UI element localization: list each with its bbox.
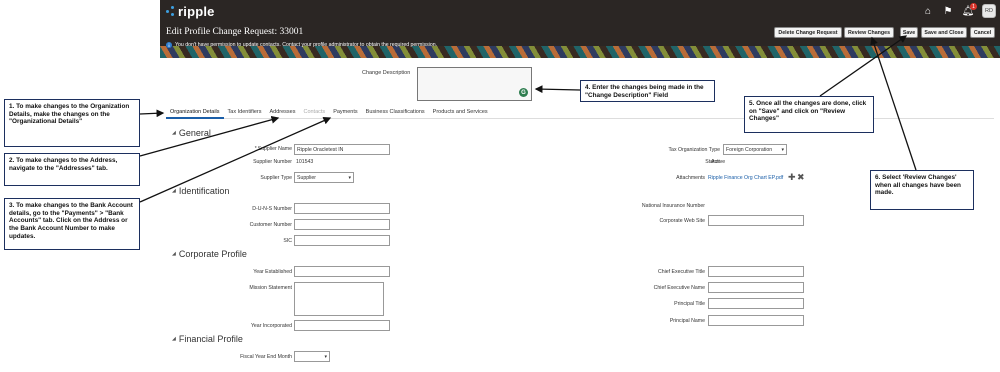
attachments-label: Attachments: [676, 175, 705, 181]
avatar[interactable]: RD: [982, 4, 996, 18]
bell-icon[interactable]: 🔔︎ 1: [962, 3, 977, 17]
callout-change-description: 4. Enter the changes being made in the "…: [580, 80, 715, 102]
chevron-down-icon: ▾: [781, 146, 784, 153]
corporate-web-site-input[interactable]: [708, 215, 804, 226]
duns-number-label: D-U-N-S Number: [252, 206, 292, 212]
national-insurance-number-label: National Insurance Number: [641, 203, 705, 209]
year-established-label: Year Established: [253, 269, 292, 275]
grammarly-icon[interactable]: G: [519, 88, 528, 97]
tab-organization-details[interactable]: Organization Details: [166, 108, 224, 119]
delete-attachment-icon[interactable]: ✖: [797, 172, 805, 183]
section-general-title: General: [178, 128, 211, 138]
tax-organization-type-value: Foreign Corporation: [726, 146, 773, 153]
mission-statement-input[interactable]: [294, 282, 384, 316]
cancel-button[interactable]: Cancel: [970, 27, 995, 38]
callout-addresses: 2. To make changes to the Address, navig…: [4, 153, 140, 186]
year-incorporated-input[interactable]: [294, 320, 390, 331]
supplier-type-label: Supplier Type: [260, 175, 292, 181]
attachment-link[interactable]: Ripple Finance Org Chart EP.pdf: [708, 175, 783, 181]
tab-contacts[interactable]: Contacts: [299, 108, 329, 119]
required-icon: *: [254, 146, 257, 152]
principal-title-label: Principal Title: [674, 301, 705, 307]
section-corporate-profile[interactable]: ◢ Corporate Profile: [172, 249, 247, 259]
ripple-logo[interactable]: ripple: [166, 3, 215, 19]
chief-executive-name-input[interactable]: [708, 282, 804, 293]
notification-badge: 1: [970, 3, 977, 10]
principal-name-label: Principal Name: [669, 318, 705, 324]
collapse-icon: ◢: [172, 130, 176, 136]
supplier-number-value: 101543: [296, 159, 314, 165]
year-incorporated-label: Year Incorporated: [250, 323, 292, 329]
flag-icon[interactable]: ⚑: [942, 5, 954, 17]
change-description-label: Change Description: [362, 70, 411, 76]
collapse-icon: ◢: [172, 188, 176, 194]
section-financial-profile-title: Financial Profile: [178, 334, 243, 344]
chief-executive-title-label: Chief Executive Title: [658, 269, 705, 275]
tax-organization-type-label: Tax Organization Type: [668, 147, 720, 153]
section-financial-profile[interactable]: ◢ Financial Profile: [172, 334, 243, 344]
tax-organization-type-select[interactable]: Foreign Corporation ▾: [723, 144, 787, 155]
tab-payments[interactable]: Payments: [329, 108, 361, 119]
info-icon: i: [166, 42, 172, 48]
mission-statement-label: Mission Statement: [249, 285, 292, 291]
callout-save: 5. Once all the changes are done, click …: [744, 96, 874, 133]
fiscal-year-end-month-label: Fiscal Year End Month: [240, 354, 292, 360]
logo-text: ripple: [178, 3, 215, 19]
supplier-type-value: Supplier: [297, 174, 317, 181]
corporate-web-site-label: Corporate Web Site: [659, 218, 705, 224]
callout-payments: 3. To make changes to the Bank Account d…: [4, 198, 140, 250]
customer-number-label: Customer Number: [249, 222, 292, 228]
section-identification-title: Identification: [178, 186, 230, 196]
permission-message-text: You don't have permission to update cont…: [175, 42, 438, 48]
status-label: Status: [705, 159, 720, 165]
add-attachment-icon[interactable]: ✚: [788, 172, 796, 183]
section-general[interactable]: ◢ General: [172, 128, 211, 138]
principal-name-input[interactable]: [708, 315, 804, 326]
save-and-close-button[interactable]: Save and Close: [921, 27, 967, 38]
supplier-number-label: Supplier Number: [253, 159, 292, 165]
principal-title-input[interactable]: [708, 298, 804, 309]
ripple-logo-icon: [166, 5, 176, 17]
change-description-field[interactable]: G: [417, 67, 532, 101]
tab-business-classifications[interactable]: Business Classifications: [362, 108, 429, 119]
sic-input[interactable]: [294, 235, 390, 246]
tab-products-and-services[interactable]: Products and Services: [429, 108, 492, 119]
delete-change-request-button[interactable]: Delete Change Request: [774, 27, 842, 38]
duns-number-input[interactable]: [294, 203, 390, 214]
review-changes-button[interactable]: Review Changes: [844, 27, 894, 38]
home-icon[interactable]: ⌂: [922, 5, 934, 17]
callout-review-changes: 6. Select 'Review Changes' when all chan…: [870, 170, 974, 210]
collapse-icon: ◢: [172, 251, 176, 257]
sic-label: SIC: [283, 238, 292, 244]
customer-number-input[interactable]: [294, 219, 390, 230]
tab-tax-identifiers[interactable]: Tax Identifiers: [224, 108, 266, 119]
supplier-name-input[interactable]: Ripple Oracletest IN: [294, 144, 390, 155]
top-bar: ripple ⌂ ⚑ 🔔︎ 1 RD: [160, 0, 1000, 22]
chevron-down-icon: ▾: [324, 353, 327, 360]
page-title: Edit Profile Change Request: 33001: [166, 27, 304, 37]
supplier-type-select[interactable]: Supplier ▾: [294, 172, 354, 183]
chevron-down-icon: ▾: [348, 174, 351, 181]
save-button[interactable]: Save: [900, 27, 918, 38]
status-value: Active: [711, 159, 726, 165]
fiscal-year-end-month-select[interactable]: ▾: [294, 351, 330, 362]
page-header: Edit Profile Change Request: 33001 i You…: [160, 22, 1000, 58]
section-identification[interactable]: ◢ Identification: [172, 186, 229, 196]
year-established-input[interactable]: [294, 266, 390, 277]
tab-addresses[interactable]: Addresses: [265, 108, 299, 119]
permission-message: i You don't have permission to update co…: [166, 42, 437, 48]
chief-executive-name-label: Chief Executive Name: [653, 285, 705, 291]
supplier-name-label-text: Supplier Name: [257, 146, 292, 152]
callout-organization-details: 1. To make changes to the Organization D…: [4, 99, 140, 147]
section-corporate-profile-title: Corporate Profile: [178, 249, 247, 259]
chief-executive-title-input[interactable]: [708, 266, 804, 277]
supplier-name-label: *Supplier Name: [220, 146, 292, 152]
collapse-icon: ◢: [172, 336, 176, 342]
